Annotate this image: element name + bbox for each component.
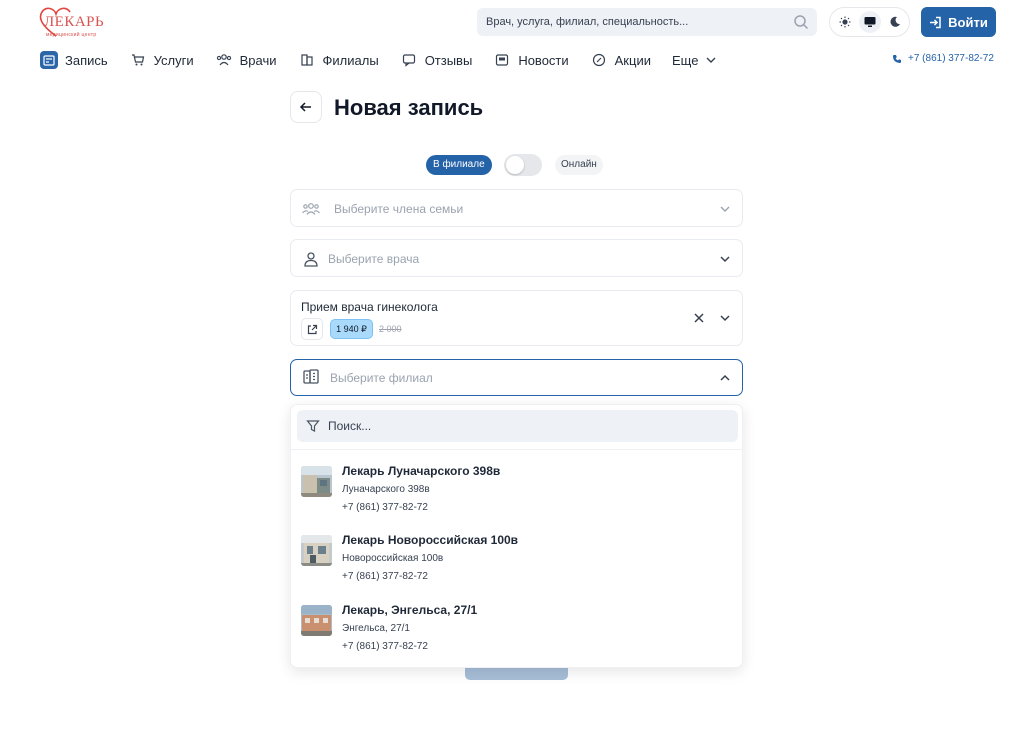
nav-item-services[interactable]: Услуги: [129, 50, 194, 70]
nav-item-reviews[interactable]: Отзывы: [400, 50, 473, 70]
page-title: Новая запись: [334, 95, 484, 120]
login-label: Войти: [948, 14, 988, 30]
nav-more-label: Еще: [671, 52, 699, 68]
branch-select[interactable]: Выберите филиал: [290, 359, 743, 396]
nav-item-promos[interactable]: Акции: [590, 50, 651, 70]
search-box: [477, 8, 817, 36]
phone-icon: [893, 54, 901, 63]
branch-option[interactable]: Лекарь, Энгельса, 27/1 Энгельса, 27/1 +7…: [301, 603, 731, 665]
nav-item-label: Запись: [65, 52, 108, 68]
branch-search-box: [297, 410, 738, 442]
chevron-up-icon: [720, 374, 730, 381]
system-theme-button[interactable]: [859, 11, 881, 33]
service-title: Прием врача гинеколога: [301, 300, 438, 314]
branch-photo: [301, 535, 332, 566]
family-member-placeholder: Выберите члена семьи: [334, 202, 464, 216]
nav-item-label: Услуги: [153, 52, 194, 68]
branch-option-address: Луначарского 398в: [342, 484, 430, 495]
news-icon: [493, 51, 511, 69]
user-icon: [301, 249, 321, 269]
mode-toggle[interactable]: [504, 154, 542, 176]
calendar-edit-icon: [40, 51, 58, 69]
branch-placeholder: Выберите филиал: [330, 371, 433, 385]
logo-subtext: медицинский центр: [46, 32, 97, 38]
branch-option-name: Лекарь, Энгельса, 27/1: [342, 603, 478, 617]
service-old-price: 2 000: [379, 324, 402, 334]
branch-option-name: Лекарь Луначарского 398в: [342, 464, 501, 478]
branch-option-address: Новороссийская 100в: [342, 553, 444, 564]
nav-item-label: Новости: [518, 52, 569, 68]
building-icon: [298, 51, 316, 69]
back-button[interactable]: [290, 91, 322, 123]
filter-icon: [306, 420, 320, 432]
nav-item-label: Акции: [614, 52, 651, 68]
branch-option-phone: +7 (861) 377-82-72: [342, 571, 428, 582]
chevron-down-icon: [720, 256, 730, 263]
light-theme-button[interactable]: [834, 11, 856, 33]
external-link-icon: [307, 324, 317, 334]
promo-icon: [590, 51, 608, 69]
branch-photo: [301, 466, 332, 497]
branch-option[interactable]: Лекарь Новороссийская 100в Новороссийска…: [301, 533, 731, 595]
monitor-icon: [864, 17, 876, 27]
branch-search-input[interactable]: [328, 410, 728, 442]
nav-item-news[interactable]: Новости: [493, 50, 569, 70]
cart-icon: [129, 51, 147, 69]
chevron-down-icon[interactable]: [718, 311, 732, 325]
search-icon[interactable]: [793, 14, 809, 30]
nav-item-label: Врачи: [239, 52, 277, 68]
moon-icon: [890, 16, 900, 27]
header-phone[interactable]: +7 (861) 377-82-72: [892, 53, 994, 64]
branch-option-phone: +7 (861) 377-82-72: [342, 641, 428, 652]
chevron-down-icon: [706, 57, 716, 63]
toggle-knob: [506, 156, 524, 174]
header: ЛЕКАРЬ медицинский центр Врач, услуга, ф…: [0, 0, 1024, 84]
search-input[interactable]: [486, 8, 786, 36]
nav-more-button[interactable]: Еще: [672, 50, 717, 70]
nav-item-appointment[interactable]: Запись: [40, 50, 108, 70]
nav-item-label: Отзывы: [424, 52, 473, 68]
dark-theme-button[interactable]: [884, 11, 906, 33]
branch-option-address: Энгельса, 27/1: [342, 623, 410, 634]
logo-text: ЛЕКАРЬ: [44, 14, 105, 30]
doctors-icon: [215, 51, 233, 69]
branch-option-phone: +7 (861) 377-82-72: [342, 502, 428, 513]
nav-item-label: Филиалы: [322, 52, 379, 68]
branch-dropdown: Лекарь Луначарского 398в Луначарского 39…: [290, 404, 743, 668]
nav-item-doctors[interactable]: Врачи: [215, 50, 277, 70]
doctor-select[interactable]: Выберите врача: [290, 239, 743, 277]
mode-branch-label[interactable]: В филиале: [426, 155, 492, 175]
service-select[interactable]: Прием врача гинеколога 1 940 ₽ 2 000: [290, 290, 743, 346]
mode-online-label[interactable]: Онлайн: [555, 155, 603, 175]
arrow-left-icon: [299, 102, 311, 112]
doctor-placeholder: Выберите врача: [328, 252, 420, 266]
branch-option[interactable]: Лекарь Луначарского 398в Луначарского 39…: [301, 464, 731, 526]
branch-option-name: Лекарь Новороссийская 100в: [342, 533, 519, 547]
close-icon[interactable]: [692, 311, 706, 325]
sun-icon: [839, 16, 851, 28]
login-icon: [930, 16, 941, 28]
family-member-select[interactable]: Выберите члена семьи: [290, 189, 743, 227]
chevron-down-icon: [720, 206, 730, 212]
comment-icon: [400, 51, 418, 69]
divider: [291, 449, 742, 450]
building-icon: [301, 367, 321, 387]
nav-item-branches[interactable]: Филиалы: [298, 50, 379, 70]
family-icon: [301, 199, 321, 219]
branch-photo: [301, 605, 332, 636]
service-price-badge: 1 940 ₽: [330, 319, 373, 339]
theme-switcher: [829, 7, 910, 37]
main-nav: Запись Услуги Врачи Филиалы Отзывы Новос…: [40, 50, 738, 70]
open-service-button[interactable]: [301, 318, 323, 340]
submit-button[interactable]: [465, 668, 568, 680]
login-button[interactable]: Войти: [921, 7, 996, 37]
phone-number: +7 (861) 377-82-72: [908, 53, 994, 64]
